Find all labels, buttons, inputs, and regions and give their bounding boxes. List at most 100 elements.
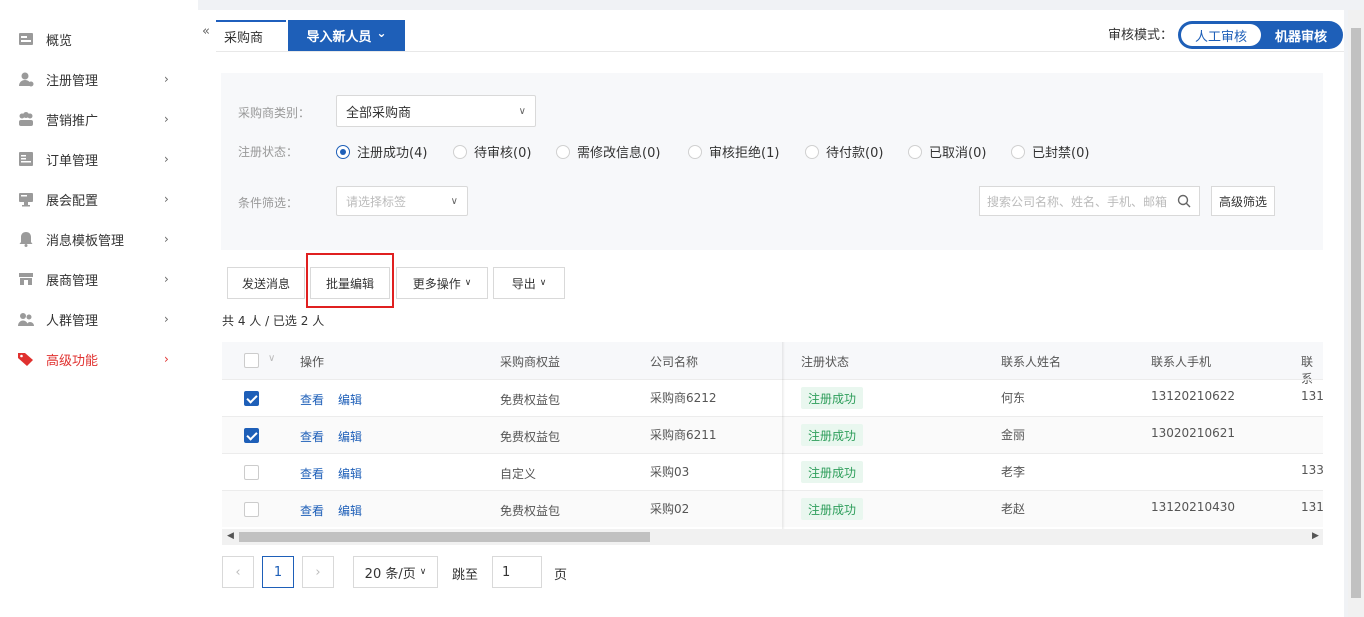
status-radio-cancelled[interactable]: 已取消(0)	[908, 142, 986, 161]
table-header: ∨ 操作 采购商权益 公司名称 注册状态 联系人姓名 联系人手机 联系	[222, 342, 1323, 386]
status-radio-banned[interactable]: 已封禁(0)	[1011, 142, 1089, 161]
sidebar-item-exhibition-config[interactable]: 展会配置 ›	[0, 179, 198, 219]
status-badge: 注册成功	[801, 387, 864, 409]
radio-label: 已封禁(0)	[1032, 146, 1090, 161]
benefit-cell: 免费权益包	[500, 393, 561, 407]
tab-buyers[interactable]: 采购商	[216, 20, 286, 51]
chevron-right-icon: ›	[164, 312, 169, 326]
row-checkbox[interactable]	[244, 428, 259, 443]
scroll-left-icon[interactable]: ◀	[227, 531, 234, 541]
scroll-right-icon[interactable]: ▶	[1312, 531, 1319, 541]
chevron-right-icon: ›	[164, 352, 169, 366]
radio-circle	[805, 144, 819, 159]
sidebar-item-register[interactable]: 注册管理 ›	[0, 59, 198, 99]
radio-label: 待付款(0)	[826, 146, 884, 161]
sidebar-item-exhibitor[interactable]: 展商管理 ›	[0, 259, 198, 299]
table-row: 查看 编辑 自定义 采购03 注册成功 老李 1332	[222, 453, 1323, 490]
edit-link[interactable]: 编辑	[338, 428, 362, 445]
radio-label: 需修改信息(0)	[577, 146, 661, 161]
more-actions-label: 更多操作	[412, 276, 461, 291]
header-company: 公司名称	[650, 355, 699, 369]
edit-link[interactable]: 编辑	[338, 465, 362, 482]
page-size-select[interactable]: 20 条/页 ∨	[353, 556, 438, 588]
register-status-label: 注册状态：	[238, 145, 299, 159]
more-actions-button[interactable]: 更多操作 ∨	[396, 267, 488, 299]
select-all-checkbox[interactable]	[244, 353, 259, 368]
search-input[interactable]: 搜索公司名称、姓名、手机、邮箱	[979, 186, 1200, 216]
chevron-right-icon: ›	[164, 112, 169, 126]
sidebar-item-message-template[interactable]: 消息模板管理 ›	[0, 219, 198, 259]
radio-circle	[336, 144, 350, 159]
status-radio-pending[interactable]: 待审核(0)	[453, 142, 531, 161]
import-button-label: 导入新人员	[306, 30, 372, 45]
tag-select[interactable]: 请选择标签 ∨	[336, 186, 468, 216]
goto-label: 跳至	[452, 568, 479, 583]
advanced-filter-button[interactable]: 高级筛选	[1211, 186, 1275, 216]
export-button[interactable]: 导出 ∨	[493, 267, 565, 299]
sidebar-item-advanced[interactable]: 高级功能 ›	[0, 339, 198, 379]
table-row: 查看 编辑 免费权益包 采购商6211 注册成功 金丽 13020210621	[222, 416, 1323, 453]
view-link[interactable]: 查看	[300, 502, 324, 519]
header-benefit: 采购商权益	[500, 355, 561, 369]
chevron-down-icon[interactable]: ∨	[268, 353, 275, 364]
view-link[interactable]: 查看	[300, 465, 324, 482]
review-mode-label: 审核模式：	[1108, 28, 1174, 43]
sidebar-item-label: 注册管理	[46, 73, 99, 89]
row-checkbox[interactable]	[244, 465, 259, 480]
scrollbar-thumb[interactable]	[239, 532, 650, 542]
chevron-right-icon: ›	[164, 272, 169, 286]
sidebar-item-orders[interactable]: 订单管理 ›	[0, 139, 198, 179]
people-icon	[17, 111, 35, 127]
next-page-button[interactable]: ›	[302, 556, 334, 588]
view-link[interactable]: 查看	[300, 391, 324, 408]
tag-icon	[17, 351, 35, 367]
contact-name-cell: 老赵	[1001, 502, 1026, 516]
company-cell: 采购02	[650, 502, 690, 516]
send-message-button[interactable]: 发送消息	[227, 267, 305, 299]
status-radio-need-modify[interactable]: 需修改信息(0)	[556, 142, 660, 161]
chevron-right-icon: ›	[164, 232, 169, 246]
sidebar-item-crowd[interactable]: 人群管理 ›	[0, 299, 198, 339]
row-checkbox[interactable]	[244, 502, 259, 517]
status-radio-unpaid[interactable]: 待付款(0)	[805, 142, 883, 161]
radio-circle	[1011, 144, 1025, 159]
benefit-cell: 免费权益包	[500, 504, 561, 518]
bell-icon	[17, 231, 35, 247]
page-1-button[interactable]: 1	[262, 556, 294, 588]
status-badge: 注册成功	[801, 461, 864, 483]
prev-page-button[interactable]: ‹	[222, 556, 254, 588]
buyer-type-value: 全部采购商	[346, 105, 412, 121]
row-checkbox[interactable]	[244, 391, 259, 406]
highlight-box	[306, 253, 394, 308]
buyer-type-select[interactable]: 全部采购商 ∨	[336, 95, 536, 127]
sidebar-item-label: 营销推广	[46, 113, 99, 129]
machine-review-option[interactable]: 机器审核	[1261, 26, 1341, 45]
status-radio-success[interactable]: 注册成功(4)	[336, 142, 427, 161]
horizontal-scrollbar[interactable]: ◀ ▶	[222, 529, 1323, 545]
sidebar-item-label: 概览	[46, 33, 73, 49]
sidebar-item-marketing[interactable]: 营销推广 ›	[0, 99, 198, 139]
contact-name-cell: 老李	[1001, 465, 1026, 479]
company-cell: 采购商6212	[650, 391, 717, 405]
scrollbar-thumb[interactable]	[1351, 28, 1361, 598]
monitor-icon	[17, 191, 35, 207]
benefit-cell: 免费权益包	[500, 430, 561, 444]
status-badge: 注册成功	[801, 498, 864, 520]
collapse-sidebar-icon[interactable]: «	[202, 24, 210, 39]
company-cell: 采购03	[650, 465, 690, 479]
radio-circle	[908, 144, 922, 159]
review-mode-switch[interactable]: 人工审核 机器审核	[1178, 21, 1343, 49]
view-link[interactable]: 查看	[300, 428, 324, 445]
header-contact-name: 联系人姓名	[1001, 355, 1062, 369]
manual-review-option[interactable]: 人工审核	[1181, 24, 1261, 46]
radio-circle	[556, 144, 570, 159]
sidebar-item-overview[interactable]: 概览	[0, 19, 198, 59]
status-radio-rejected[interactable]: 审核拒绝(1)	[688, 142, 779, 161]
chevron-down-icon: ∨	[419, 567, 427, 577]
edit-link[interactable]: 编辑	[338, 502, 362, 519]
goto-page-input[interactable]: 1	[492, 556, 542, 588]
import-people-button[interactable]: 导入新人员 ⌄	[288, 20, 405, 51]
vertical-scrollbar[interactable]	[1348, 10, 1364, 617]
search-icon[interactable]	[1177, 194, 1191, 211]
edit-link[interactable]: 编辑	[338, 391, 362, 408]
